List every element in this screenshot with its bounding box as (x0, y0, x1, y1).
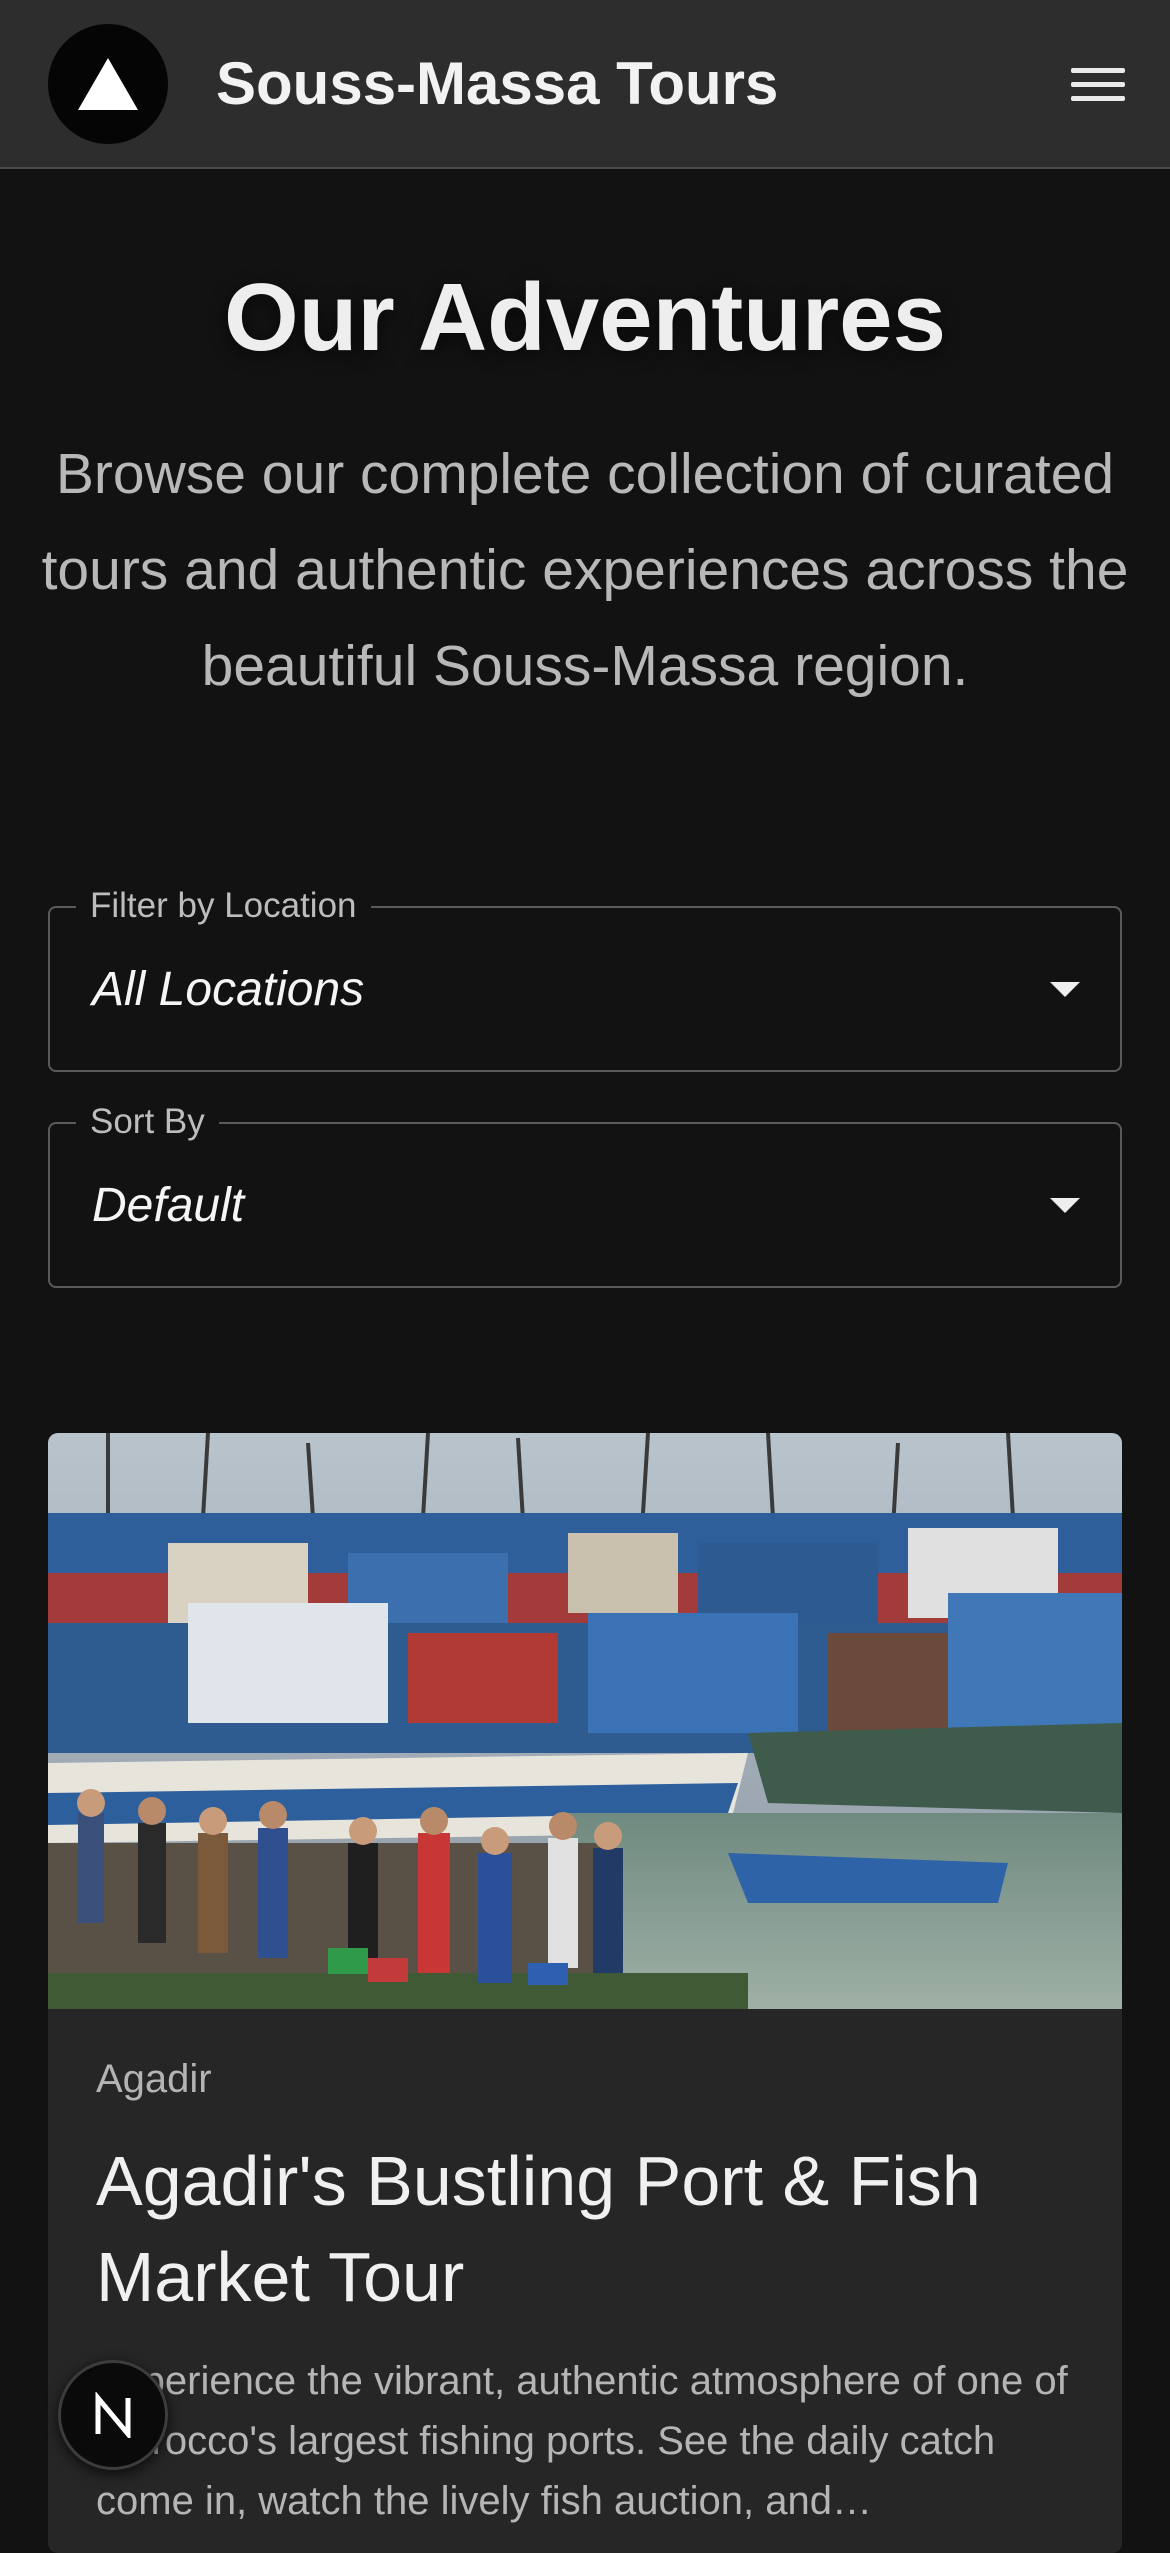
brand-logo[interactable] (48, 24, 168, 144)
tour-card[interactable]: Agadir Agadir's Bustling Port & Fish Mar… (48, 1433, 1122, 2553)
brand-title[interactable]: Souss-Massa Tours (216, 50, 778, 118)
sort-select[interactable]: Sort By Default (48, 1100, 1122, 1288)
menu-line (1071, 95, 1125, 101)
n-badge-icon[interactable] (58, 2360, 168, 2470)
sort-label: Sort By (76, 1100, 219, 1144)
location-filter-select[interactable]: Filter by Location All Locations (48, 884, 1122, 1072)
triangle-logo-icon (78, 58, 138, 110)
menu-line (1071, 81, 1125, 87)
tour-location: Agadir (96, 2057, 212, 2101)
hamburger-menu-icon[interactable] (1060, 54, 1136, 114)
chevron-down-icon (1050, 982, 1080, 997)
fishing-port-photo (48, 1433, 1122, 2009)
page-title: Our Adventures (224, 264, 946, 371)
location-filter-label: Filter by Location (76, 884, 371, 928)
location-filter-value: All Locations (92, 963, 365, 1016)
app-bar: Souss-Massa Tours (0, 0, 1170, 169)
chevron-down-icon (1050, 1198, 1080, 1213)
menu-line (1071, 67, 1125, 73)
n-letter-icon (95, 2392, 131, 2438)
intro-text: Browse our complete collection of curate… (41, 442, 1129, 698)
sort-value: Default (92, 1179, 245, 1232)
tour-title[interactable]: Agadir's Bustling Port & Fish Market Tou… (96, 2133, 1086, 2325)
tour-description: Experience the vibrant, authentic atmosp… (96, 2359, 1068, 2523)
